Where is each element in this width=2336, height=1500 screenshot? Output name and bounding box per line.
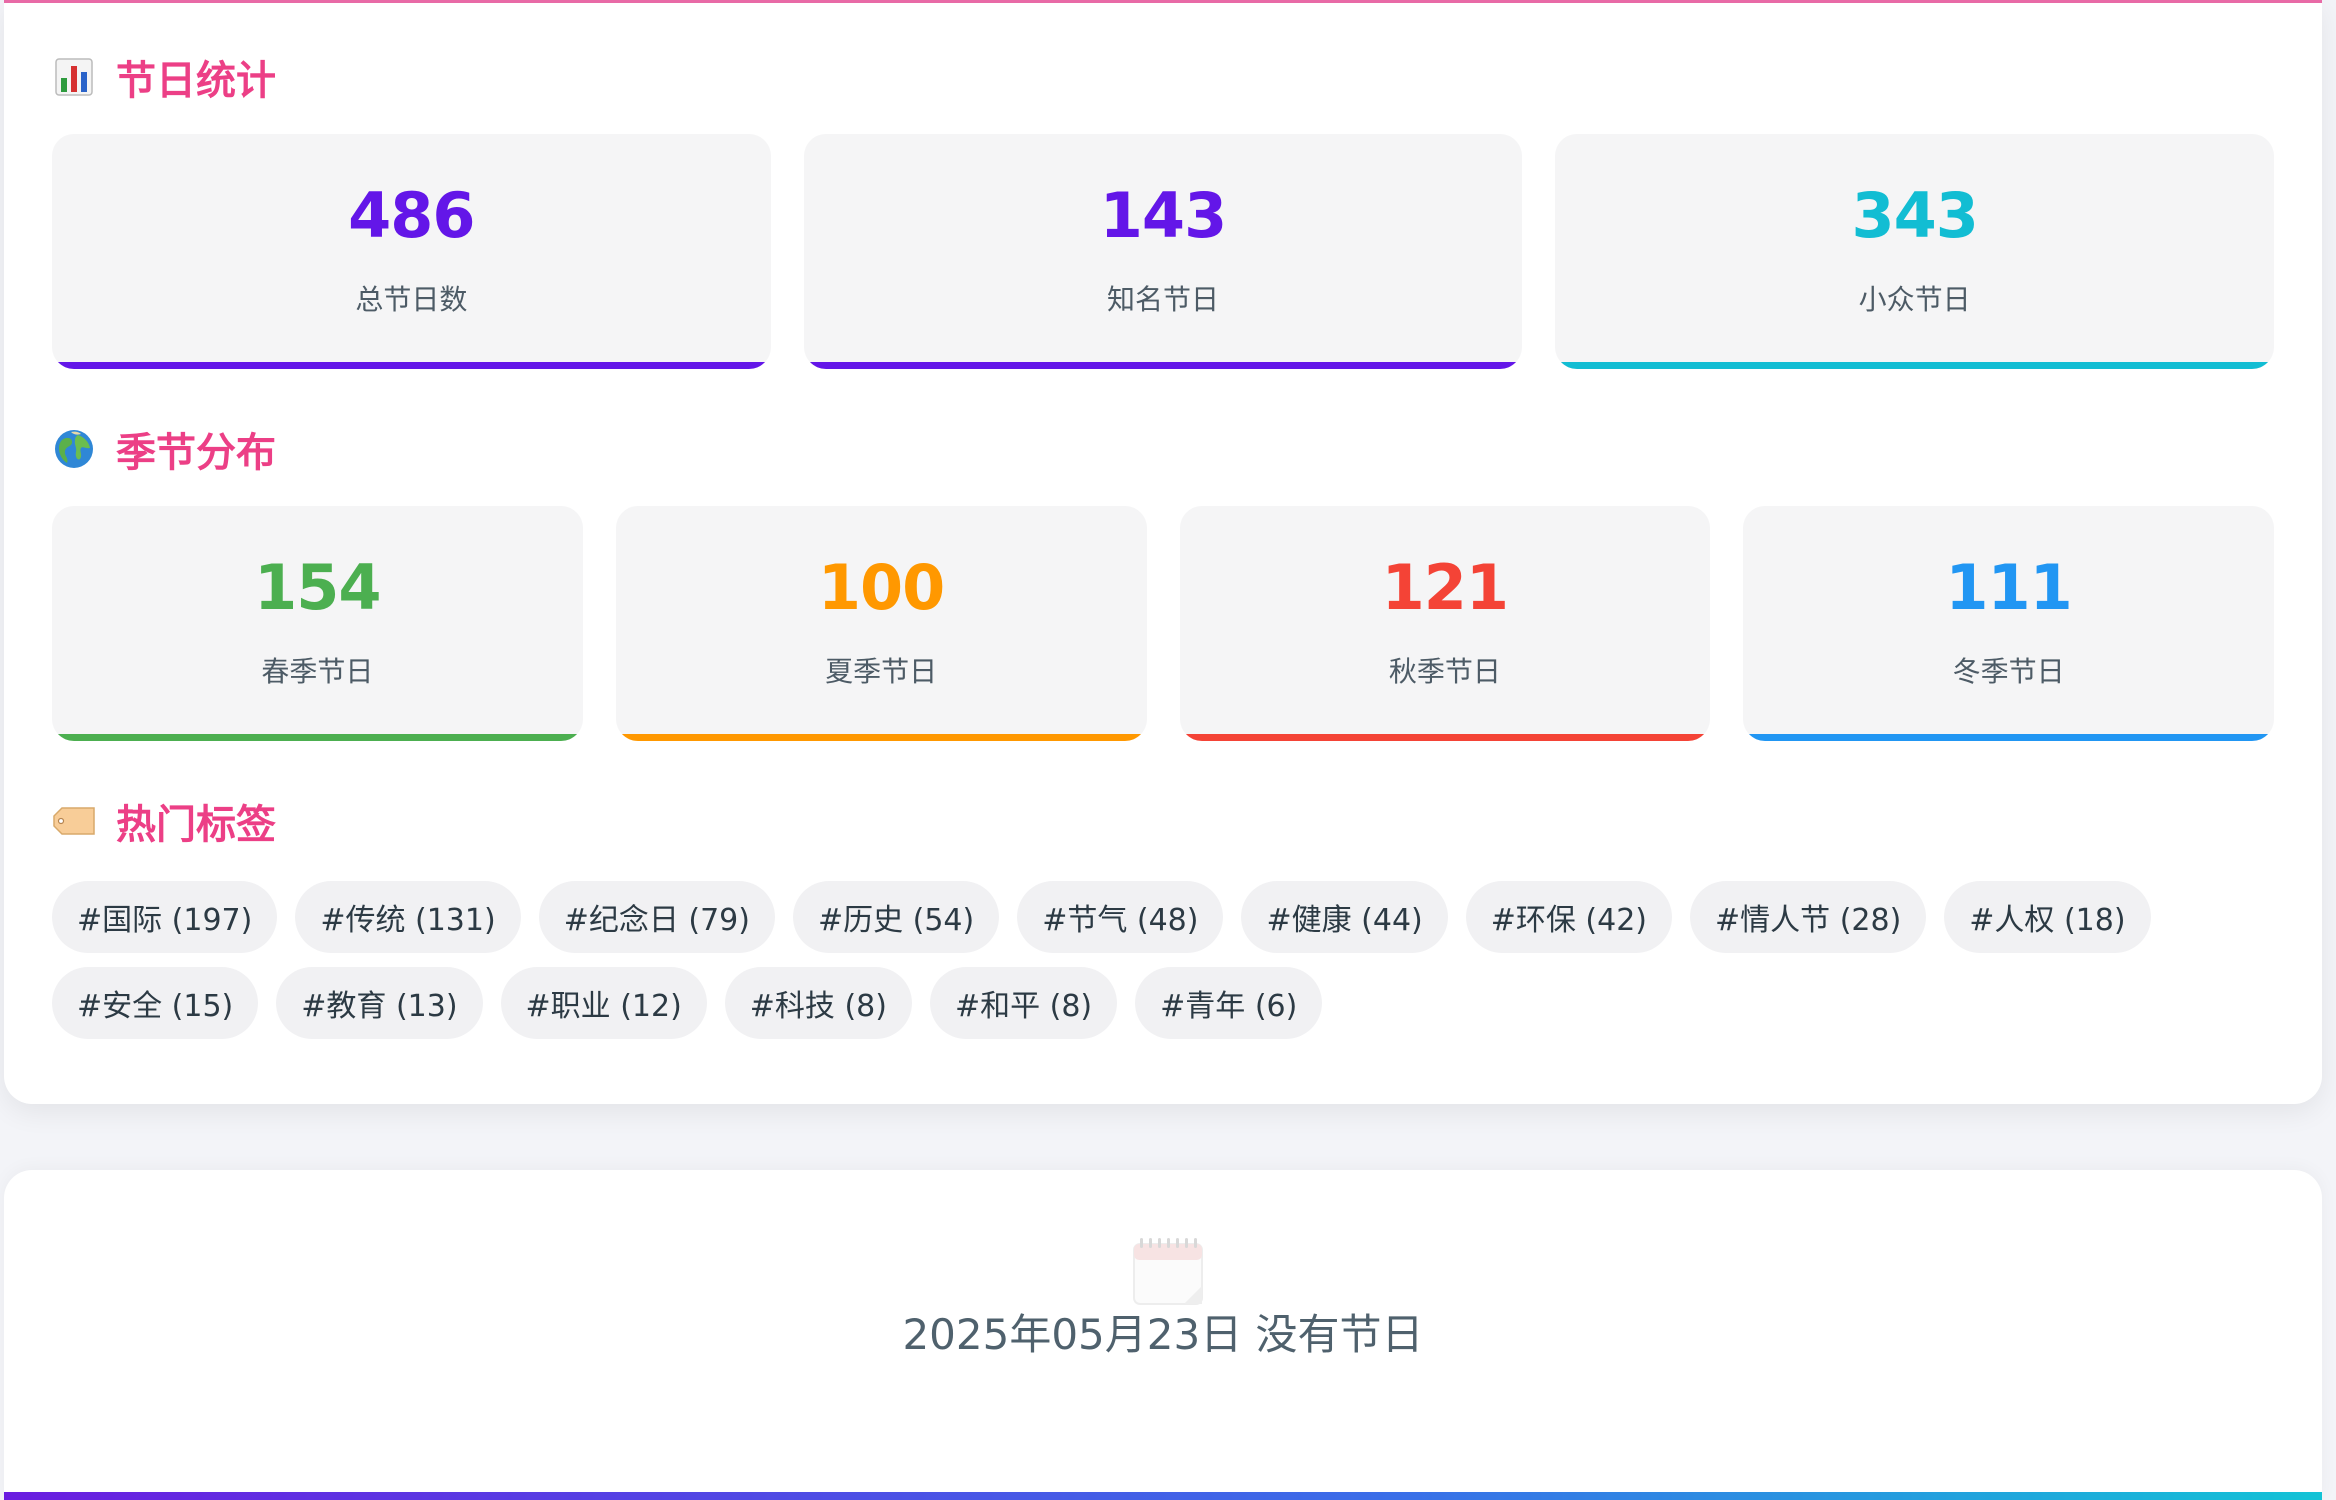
stat-value: 143 <box>1099 179 1227 252</box>
season-value: 100 <box>817 551 945 624</box>
globe-icon <box>52 427 96 471</box>
tag-chip[interactable]: #节气 (48) <box>1017 881 1224 953</box>
stats-section-title: 节日统计 <box>52 51 2274 104</box>
tags-title-text: 热门标签 <box>116 802 276 848</box>
stat-value: 486 <box>348 179 475 252</box>
tag-chip[interactable]: #科技 (8) <box>724 967 912 1039</box>
seasons-section-title: 季节分布 <box>52 423 2274 476</box>
stats-panel: 节日统计 486 总节日数 143 知名节日 343 小众节日 季节分布 154 春季节日 1… <box>4 0 2322 1104</box>
tag-chip[interactable]: #国际 (197) <box>52 881 278 953</box>
tag-chip[interactable]: #人权 (18) <box>1944 881 2151 953</box>
stat-value: 343 <box>1851 179 1978 252</box>
tag-icon <box>52 799 96 843</box>
tag-chip[interactable]: #和平 (8) <box>929 967 1118 1039</box>
stat-label: 小众节日 <box>1858 283 1971 316</box>
accent-bar <box>4 1492 2322 1500</box>
season-card: 154 春季节日 <box>52 506 583 741</box>
stat-label: 总节日数 <box>355 283 468 316</box>
season-label: 冬季节日 <box>1952 655 2065 688</box>
calendar-icon <box>1132 1236 1204 1308</box>
tag-list: #国际 (197) #传统 (131) #纪念日 (79) #历史 (54) #节气 (… <box>52 881 2292 1039</box>
stat-card: 343 小众节日 <box>1555 134 2275 369</box>
tag-chip[interactable]: #传统 (131) <box>295 881 521 953</box>
season-label: 春季节日 <box>261 655 374 688</box>
season-value: 154 <box>254 551 381 624</box>
tag-chip[interactable]: #职业 (12) <box>500 967 707 1039</box>
empty-state-message: 2025年05月23日 没有节日 <box>902 1310 1424 1359</box>
tag-chip[interactable]: #历史 (54) <box>792 881 1000 953</box>
tags-section-title: 热门标签 <box>52 795 2274 848</box>
stats-title-text: 节日统计 <box>116 58 276 104</box>
tag-chip[interactable]: #教育 (13) <box>276 967 483 1039</box>
season-value: 121 <box>1381 551 1509 624</box>
seasons-title-text: 季节分布 <box>116 430 276 476</box>
season-card: 121 秋季节日 <box>1179 506 1711 741</box>
season-value: 111 <box>1945 551 2072 624</box>
tag-chip[interactable]: #纪念日 (79) <box>538 881 775 953</box>
stat-card: 486 总节日数 <box>52 134 771 369</box>
bar-chart-icon <box>52 55 96 99</box>
stat-card: 143 知名节日 <box>803 134 1523 369</box>
season-cards: 154 春季节日 100 夏季节日 121 秋季节日 111 冬季节日 <box>52 506 2274 741</box>
season-label: 夏季节日 <box>825 655 938 688</box>
tag-chip[interactable]: #健康 (44) <box>1241 881 1448 953</box>
season-label: 秋季节日 <box>1388 655 1501 688</box>
page: 节日统计 486 总节日数 143 知名节日 343 小众节日 季节分布 154 春季节日 1… <box>0 0 2336 1500</box>
stats-cards: 486 总节日数 143 知名节日 343 小众节日 <box>52 134 2275 369</box>
season-card: 111 冬季节日 <box>1743 506 2274 741</box>
tag-chip[interactable]: #青年 (6) <box>1135 967 1323 1039</box>
empty-state-card: 2025年05月23日 没有节日 <box>4 1170 2322 1500</box>
tag-chip[interactable]: #环保 (42) <box>1465 881 1673 953</box>
stat-label: 知名节日 <box>1107 283 1220 316</box>
tag-chip[interactable]: #情人节 (28) <box>1690 881 1927 953</box>
season-card: 100 夏季节日 <box>615 506 1147 741</box>
tag-chip[interactable]: #安全 (15) <box>52 967 259 1039</box>
